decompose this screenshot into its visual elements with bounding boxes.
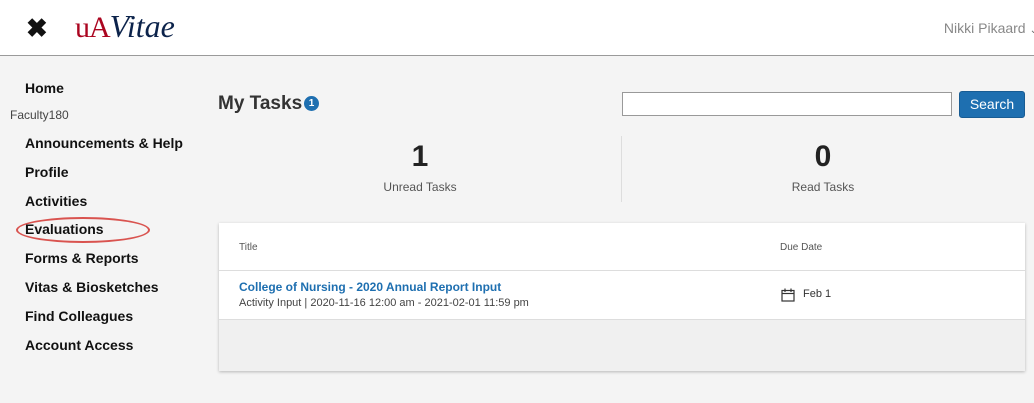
column-header-due-date[interactable]: Due Date [780, 242, 822, 253]
tasks-table: Title Due Date College of Nursing - 2020… [219, 223, 1025, 371]
sidebar-item-activities[interactable]: Activities [25, 193, 87, 209]
sidebar-item-home[interactable]: Home [25, 80, 64, 96]
table-row[interactable]: College of Nursing - 2020 Annual Report … [219, 271, 1025, 320]
stat-divider [621, 136, 622, 202]
stat-read-label: Read Tasks [791, 180, 855, 194]
chevron-down-icon: ⌄ [1029, 25, 1034, 36]
stat-unread-label: Unread Tasks [383, 180, 457, 194]
stat-unread[interactable]: 1 Unread Tasks [270, 140, 570, 194]
close-icon[interactable]: ✖ [26, 13, 48, 43]
calendar-icon [781, 288, 795, 302]
logo[interactable]: uAVitae [75, 8, 175, 46]
sidebar-item-announcements[interactable]: Announcements & Help [25, 135, 183, 151]
sidebar-item-profile[interactable]: Profile [25, 164, 69, 180]
sidebar-item-account-access[interactable]: Account Access [25, 337, 133, 353]
page-title: My Tasks [218, 93, 303, 114]
task-count-badge: 1 [304, 96, 319, 111]
stat-read-value: 0 [814, 140, 832, 173]
column-header-title[interactable]: Title [239, 242, 258, 253]
task-title-link[interactable]: College of Nursing - 2020 Annual Report … [239, 280, 501, 294]
user-name: Nikki Pikaard [943, 20, 1026, 36]
task-due-date: Feb 1 [803, 288, 832, 300]
sidebar-item-vitas-biosketches[interactable]: Vitas & Biosketches [25, 279, 159, 295]
sidebar-item-find-colleagues[interactable]: Find Colleagues [25, 308, 133, 324]
search-input[interactable] [622, 92, 952, 116]
logo-vitae: Vitae [109, 8, 175, 44]
sidebar-category-faculty180: Faculty180 [10, 108, 69, 122]
logo-ua: uA [75, 11, 111, 44]
stat-read[interactable]: 0 Read Tasks [673, 140, 973, 194]
table-header: Title Due Date [219, 223, 1025, 271]
highlight-annotation [16, 217, 150, 243]
task-subtitle: Activity Input | 2020-11-16 12:00 am - 2… [239, 297, 529, 309]
user-menu[interactable]: Nikki Pikaard ⌄ [944, 20, 1034, 36]
sidebar-item-forms-reports[interactable]: Forms & Reports [25, 250, 139, 266]
top-bar: ✖ uAVitae Nikki Pikaard ⌄ [0, 0, 1034, 56]
stat-unread-value: 1 [411, 140, 429, 173]
search-button[interactable]: Search [959, 91, 1025, 118]
